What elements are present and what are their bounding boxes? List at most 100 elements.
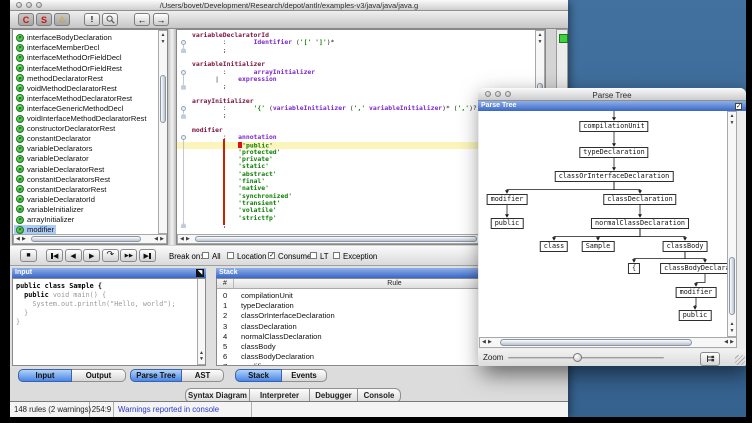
breakpoint-start-icon[interactable] bbox=[181, 70, 186, 75]
scroll-left-icon[interactable]: ◀ bbox=[482, 338, 486, 347]
parse-tree-titlebar[interactable]: Parse Tree bbox=[478, 88, 746, 101]
rule-list-item[interactable]: PconstantDeclaratorRest bbox=[14, 185, 108, 195]
rule-list-item[interactable]: PvoidInterfaceMethodDeclaratorRest bbox=[14, 114, 148, 124]
scroll-up-icon[interactable]: ▲ bbox=[159, 33, 167, 38]
rule-list-item[interactable]: PvariableInitializer bbox=[14, 205, 86, 215]
rule-list-item[interactable]: PinterfaceBodyDeclaration bbox=[14, 33, 114, 43]
rule-list-item[interactable]: PconstantDeclaratorsRest bbox=[14, 174, 112, 184]
checkbox-exception[interactable] bbox=[333, 252, 340, 259]
rule-list-item[interactable]: ParrayInitializer bbox=[14, 215, 76, 225]
scrollbar-thumb[interactable] bbox=[195, 236, 477, 242]
step-over-button[interactable]: ↷ bbox=[102, 249, 119, 262]
zoom-slider-track[interactable] bbox=[508, 357, 664, 359]
resize-grip[interactable] bbox=[735, 355, 745, 365]
rule-list-item[interactable]: PconstructorDeclaratorRest bbox=[14, 124, 117, 134]
stop-button[interactable]: ■ bbox=[20, 249, 37, 262]
checkbox-consume[interactable]: ✓ bbox=[268, 252, 275, 259]
rule-list-item[interactable]: PinterfaceGenericMethodDecl bbox=[14, 104, 125, 114]
tree-node-Sample[interactable]: Sample bbox=[582, 241, 615, 252]
rule-list-item[interactable]: PvariableDeclarators bbox=[14, 144, 94, 154]
tree-node-class[interactable]: class bbox=[540, 241, 568, 252]
scroll-up-icon[interactable]: ▲ bbox=[536, 33, 544, 38]
rule-list-item[interactable]: PvariableDeclaratorRest bbox=[14, 164, 106, 174]
scrollbar-thumb[interactable] bbox=[729, 257, 735, 315]
forward-button[interactable]: → bbox=[153, 13, 169, 26]
scroll-down-icon[interactable]: ▼ bbox=[728, 329, 736, 334]
fast-forward-button[interactable]: ▶▶ bbox=[120, 249, 137, 262]
step-forward-button[interactable]: ▶ bbox=[83, 249, 100, 262]
scroll-right-icon[interactable]: ▶ bbox=[186, 235, 190, 243]
tree-node-classBodyDeclaration[interactable]: classBodyDeclaration bbox=[660, 263, 727, 274]
input-vscrollbar[interactable]: ▲ ▼ bbox=[197, 279, 205, 365]
tree-node-public[interactable]: public bbox=[491, 218, 524, 229]
scroll-left-icon[interactable]: ◀ bbox=[154, 235, 158, 243]
panel-checkbox[interactable]: ✓ bbox=[735, 103, 742, 110]
rule-list-item[interactable]: PvoidMethodDeclaratorRest bbox=[14, 84, 119, 94]
semantic-check-icon[interactable]: S bbox=[36, 13, 52, 26]
scroll-right-icon[interactable]: ▶ bbox=[160, 235, 164, 243]
scroll-up-icon[interactable]: ▲ bbox=[728, 114, 736, 119]
tree-node-public[interactable]: public bbox=[679, 310, 712, 321]
go-to-start-button[interactable]: ◀ bbox=[46, 249, 63, 262]
main-window-titlebar[interactable]: /Users/bovet/Development/Research/depot/… bbox=[10, 0, 568, 11]
panel-tab-stack[interactable]: Stack bbox=[235, 369, 282, 382]
tree-node-classBody[interactable]: classBody bbox=[663, 241, 708, 252]
scrollbar-thumb[interactable] bbox=[500, 339, 692, 346]
scroll-left-icon[interactable]: ◀ bbox=[724, 338, 728, 347]
rule-list-item[interactable]: PinterfaceMemberDecl bbox=[14, 43, 101, 53]
tree-node-normalClassDeclaration[interactable]: normalClassDeclaration bbox=[591, 218, 689, 229]
scroll-down-icon[interactable]: ▼ bbox=[198, 357, 205, 362]
input-panel[interactable]: public class Sample { public void main()… bbox=[12, 278, 206, 366]
rule-list-item[interactable]: PvariableDeclaratorId bbox=[14, 195, 97, 205]
tree-node-classDeclaration[interactable]: classDeclaration bbox=[603, 194, 676, 205]
tree-node-typeDeclaration[interactable]: typeDeclaration bbox=[579, 147, 648, 158]
expand-panel-icon[interactable]: ◥ bbox=[196, 269, 204, 277]
scroll-down-icon[interactable]: ▼ bbox=[728, 121, 736, 126]
step-back-button[interactable]: ◀ bbox=[65, 249, 82, 262]
rule-list-item[interactable]: PmethodDeclaratorRest bbox=[14, 73, 105, 83]
checkbox-all[interactable] bbox=[202, 252, 209, 259]
breakpoint-start-icon[interactable] bbox=[181, 106, 186, 111]
tree-node-compilationUnit[interactable]: compilationUnit bbox=[579, 121, 648, 132]
vertical-splitter[interactable] bbox=[168, 29, 176, 245]
tree-node-classOrInterfaceDeclaration[interactable]: classOrInterfaceDeclaration bbox=[555, 171, 674, 182]
tree-node-[interactable]: { bbox=[628, 263, 640, 274]
panel-tab-input[interactable]: Input bbox=[18, 369, 72, 382]
status-message[interactable]: Warnings reported in console bbox=[114, 402, 252, 417]
scroll-right-icon[interactable]: ▶ bbox=[730, 338, 734, 347]
tree-hscrollbar[interactable]: ◀ ▶ ◀ ▶ bbox=[479, 337, 737, 348]
rule-list-item[interactable]: PinterfaceMethodOrFieldRest bbox=[14, 63, 124, 73]
scroll-down-icon[interactable]: ▼ bbox=[159, 40, 167, 45]
grammar-check-icon[interactable]: C bbox=[18, 13, 34, 26]
checkbox-location[interactable] bbox=[227, 252, 234, 259]
tree-node-modifier[interactable]: modifier bbox=[676, 287, 717, 298]
scrollbar-thumb[interactable] bbox=[31, 236, 141, 242]
tree-node-modifier[interactable]: modifier bbox=[487, 194, 528, 205]
rule-list-item[interactable]: PinterfaceMethodOrFieldDecl bbox=[14, 53, 124, 63]
panel-tab-events[interactable]: Events bbox=[282, 369, 327, 382]
panel-tab-parse-tree[interactable]: Parse Tree bbox=[130, 369, 182, 382]
zoom-slider-thumb[interactable] bbox=[573, 353, 582, 362]
scroll-down-icon[interactable]: ▼ bbox=[536, 40, 544, 45]
warnings-icon[interactable]: ⚠ bbox=[54, 13, 70, 26]
scroll-right-icon[interactable]: ▶ bbox=[22, 235, 26, 243]
go-to-end-button[interactable]: ▶ bbox=[139, 249, 156, 262]
panel-tab-ast[interactable]: AST bbox=[182, 369, 224, 382]
rules-vscrollbar[interactable]: ▲ ▼ bbox=[158, 30, 168, 234]
parse-tree-canvas[interactable]: compilationUnit typeDeclaration classOrInt… bbox=[479, 111, 727, 337]
checkbox-lt[interactable] bbox=[310, 252, 317, 259]
console-button[interactable]: ! bbox=[84, 13, 100, 26]
rule-list-item[interactable]: PinterfaceMethodDeclaratorRest bbox=[14, 94, 134, 104]
panel-tab-output[interactable]: Output bbox=[72, 369, 126, 382]
scroll-left-icon[interactable]: ◀ bbox=[180, 235, 184, 243]
back-button[interactable]: ← bbox=[134, 13, 150, 26]
scrollbar-thumb[interactable] bbox=[160, 75, 166, 123]
rule-list-item[interactable]: PconstantDeclarator bbox=[14, 134, 93, 144]
scroll-right-icon[interactable]: ▶ bbox=[488, 338, 492, 347]
rule-list-item[interactable]: PvariableDeclarator bbox=[14, 154, 91, 164]
search-button[interactable] bbox=[102, 13, 118, 26]
tree-vscrollbar[interactable]: ▲ ▼ ▲ ▼ bbox=[727, 111, 737, 337]
tree-layout-button[interactable] bbox=[700, 352, 720, 366]
scroll-left-icon[interactable]: ◀ bbox=[16, 235, 20, 243]
scroll-up-icon[interactable]: ▲ bbox=[728, 322, 736, 327]
